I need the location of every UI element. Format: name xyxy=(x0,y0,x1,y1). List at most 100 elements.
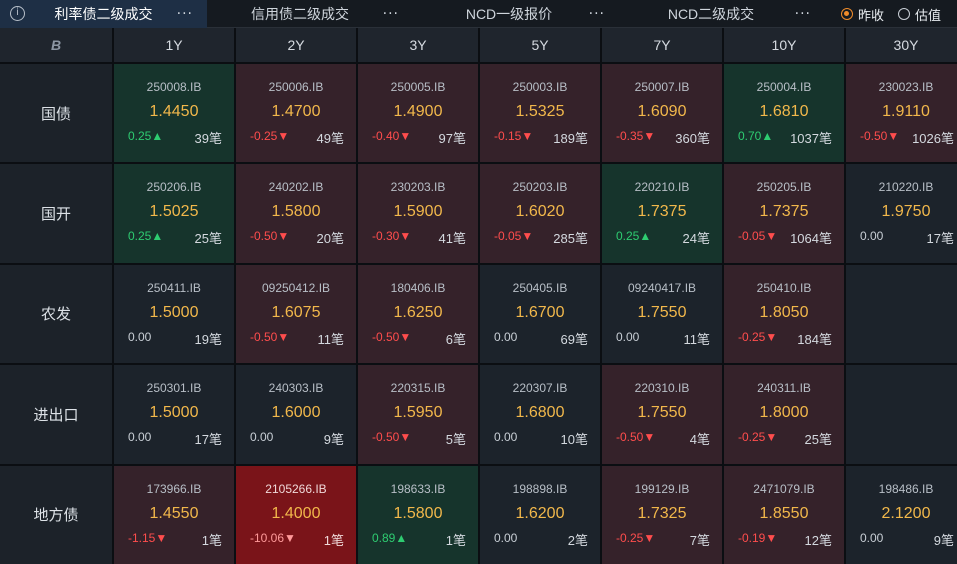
quote-cell[interactable]: 180406.IB 1.6250 -0.50▼ 6笔 xyxy=(358,264,478,364)
quote-cell[interactable]: 220310.IB 1.7550 -0.50▼ 4笔 xyxy=(602,365,722,464)
change-value: -0.25▼ xyxy=(738,329,778,344)
tab-ncd-secondary[interactable]: NCD二级成交 ··· xyxy=(619,0,825,28)
tab-credit-bond-secondary[interactable]: 信用债二级成交 ··· xyxy=(207,0,413,28)
bond-code: 09240417.IB xyxy=(627,280,697,295)
column-header-30y[interactable]: 30Y xyxy=(846,28,957,62)
radio-valuation[interactable]: 估值 xyxy=(897,5,941,24)
more-icon[interactable]: ··· xyxy=(795,6,811,22)
bond-code: 198633.IB xyxy=(390,481,446,496)
quote-cell[interactable]: 250005.IB 1.4900 -0.40▼ 97笔 xyxy=(358,64,478,163)
column-header-10y[interactable]: 10Y xyxy=(724,28,844,62)
change-value: 0.00 xyxy=(860,229,884,244)
bond-code: 230203.IB xyxy=(390,180,446,195)
bond-code: 198486.IB xyxy=(878,481,934,496)
change-value: -0.25▼ xyxy=(738,430,778,445)
quote-cell[interactable]: 250205.IB 1.7375 -0.05▼ 1064笔 xyxy=(724,164,844,263)
info-icon[interactable]: i xyxy=(10,6,25,21)
trade-count: 1064笔 xyxy=(790,231,832,247)
quote-cell[interactable]: 250405.IB 1.6700 0.00 69笔 xyxy=(480,264,600,364)
quote-cell[interactable]: 250008.IB 1.4450 0.25▲ 39笔 xyxy=(114,64,234,163)
yield-value: 1.6810 xyxy=(759,103,809,120)
quote-cell[interactable]: 250007.IB 1.6090 -0.35▼ 360笔 xyxy=(602,64,722,163)
bond-code: 210220.IB xyxy=(878,180,934,195)
quote-cell[interactable]: 198633.IB 1.5800 0.89▲ 1笔 xyxy=(358,465,478,564)
more-icon[interactable]: ··· xyxy=(383,6,399,22)
column-header-7y[interactable]: 7Y xyxy=(602,28,722,62)
quote-cell[interactable]: 240303.IB 1.6000 0.00 9笔 xyxy=(236,365,356,464)
quote-cell[interactable]: 250410.IB 1.8050 -0.25▼ 184笔 xyxy=(724,264,844,364)
quote-cell[interactable]: 250006.IB 1.4700 -0.25▼ 49笔 xyxy=(236,64,356,163)
radio-label: 昨收 xyxy=(857,7,884,23)
more-icon[interactable]: ··· xyxy=(177,6,193,22)
yield-matrix: B 1Y 2Y 3Y 5Y 7Y 10Y 30Y 国债 250008.IB 1.4450 0.25▲… xyxy=(0,28,957,564)
quote-cell[interactable]: 2471079.IB 1.8550 -0.19▼ 12笔 xyxy=(724,465,844,564)
yield-value: 1.4900 xyxy=(393,103,443,120)
quote-cell[interactable]: 250206.IB 1.5025 0.25▲ 25笔 xyxy=(114,164,234,263)
trade-count: 4笔 xyxy=(689,432,710,448)
quote-cell[interactable]: 09250412.IB 1.6075 -0.50▼ 11笔 xyxy=(236,264,356,364)
column-header-3y[interactable]: 3Y xyxy=(358,28,478,62)
column-header-2y[interactable]: 2Y xyxy=(236,28,356,62)
trade-count: 184笔 xyxy=(797,331,832,347)
yield-value: 1.4700 xyxy=(271,103,321,120)
trade-count: 1笔 xyxy=(323,532,344,548)
change-value: -0.50▼ xyxy=(250,229,290,244)
quote-cell[interactable]: 199129.IB 1.7325 -0.25▼ 7笔 xyxy=(602,465,722,564)
change-value: -0.05▼ xyxy=(738,229,778,244)
yield-value: 1.8050 xyxy=(759,303,809,321)
bond-code: 250203.IB xyxy=(512,180,568,195)
tab-rate-bond-secondary[interactable]: i 利率债二级成交 ··· xyxy=(0,0,207,28)
change-value: -0.40▼ xyxy=(372,129,412,143)
bond-code: 250206.IB xyxy=(146,180,202,195)
trade-count: 11笔 xyxy=(317,331,345,347)
bond-code: 250004.IB xyxy=(756,80,812,94)
radio-prev-close[interactable]: 昨收 xyxy=(840,5,884,24)
quote-cell[interactable]: 250003.IB 1.5325 -0.15▼ 189笔 xyxy=(480,64,600,163)
change-value: 0.25▲ xyxy=(616,229,652,244)
radio-checked-icon[interactable] xyxy=(840,8,853,20)
trade-count: 17笔 xyxy=(194,432,222,448)
quote-cell[interactable]: 198486.IB 2.1200 0.00 9笔 xyxy=(846,465,957,564)
more-icon[interactable]: ··· xyxy=(589,6,605,22)
quote-cell[interactable]: 2105266.IB 1.4000 -10.06▼ 1笔 xyxy=(236,465,356,564)
change-value: -0.50▼ xyxy=(372,430,412,445)
bond-code: 180406.IB xyxy=(390,280,446,295)
yield-value: 1.9110 xyxy=(882,103,930,120)
quote-cell[interactable]: 173966.IB 1.4550 -1.15▼ 1笔 xyxy=(114,465,234,564)
trade-count: 7笔 xyxy=(689,532,710,548)
yield-value: 1.6090 xyxy=(637,103,687,120)
quote-cell[interactable]: 230023.IB 1.9110 -0.50▼ 1026笔 xyxy=(846,64,957,163)
bond-code: 250005.IB xyxy=(390,80,446,94)
quote-cell[interactable]: 250411.IB 1.5000 0.00 19笔 xyxy=(114,264,234,364)
quote-cell[interactable]: 09240417.IB 1.7550 0.00 11笔 xyxy=(602,264,722,364)
quote-cell[interactable]: 210220.IB 1.9750 0.00 17笔 xyxy=(846,164,957,263)
trade-count: 1笔 xyxy=(201,532,222,548)
radio-unchecked-icon[interactable] xyxy=(897,8,910,20)
quote-cell[interactable]: 250203.IB 1.6020 -0.05▼ 285笔 xyxy=(480,164,600,263)
yield-value: 1.7375 xyxy=(759,203,809,221)
quote-cell[interactable]: 220315.IB 1.5950 -0.50▼ 5笔 xyxy=(358,365,478,464)
row-label: 进出口 xyxy=(0,365,112,464)
quote-cell[interactable]: 250004.IB 1.6810 0.70▲ 1037笔 xyxy=(724,64,844,163)
column-header-1y[interactable]: 1Y xyxy=(114,28,234,62)
trade-count: 6笔 xyxy=(445,331,466,347)
yield-value: 1.6200 xyxy=(515,504,565,522)
yield-value: 1.5325 xyxy=(515,103,565,120)
quote-cell[interactable]: 240311.IB 1.8000 -0.25▼ 25笔 xyxy=(724,365,844,464)
change-value: -0.50▼ xyxy=(372,329,412,344)
row-label: 国债 xyxy=(0,64,112,163)
change-value: 0.25▲ xyxy=(128,129,164,143)
quote-cell[interactable]: 198898.IB 1.6200 0.00 2笔 xyxy=(480,465,600,564)
bond-code: 09250412.IB xyxy=(261,280,331,295)
quote-cell[interactable]: 250301.IB 1.5000 0.00 17笔 xyxy=(114,365,234,464)
quote-cell[interactable]: 240202.IB 1.5800 -0.50▼ 20笔 xyxy=(236,164,356,263)
yield-value: 1.6000 xyxy=(271,404,321,422)
column-header-5y[interactable]: 5Y xyxy=(480,28,600,62)
quote-cell[interactable]: 220307.IB 1.6800 0.00 10笔 xyxy=(480,365,600,464)
tab-label: 利率债二级成交 xyxy=(54,6,153,22)
quote-cell[interactable]: 230203.IB 1.5900 -0.30▼ 41笔 xyxy=(358,164,478,263)
quote-cell[interactable]: 220210.IB 1.7375 0.25▲ 24笔 xyxy=(602,164,722,263)
trade-count: 69笔 xyxy=(560,331,588,347)
tab-ncd-primary-quote[interactable]: NCD一级报价 ··· xyxy=(413,0,619,28)
trade-count: 11笔 xyxy=(683,331,711,347)
